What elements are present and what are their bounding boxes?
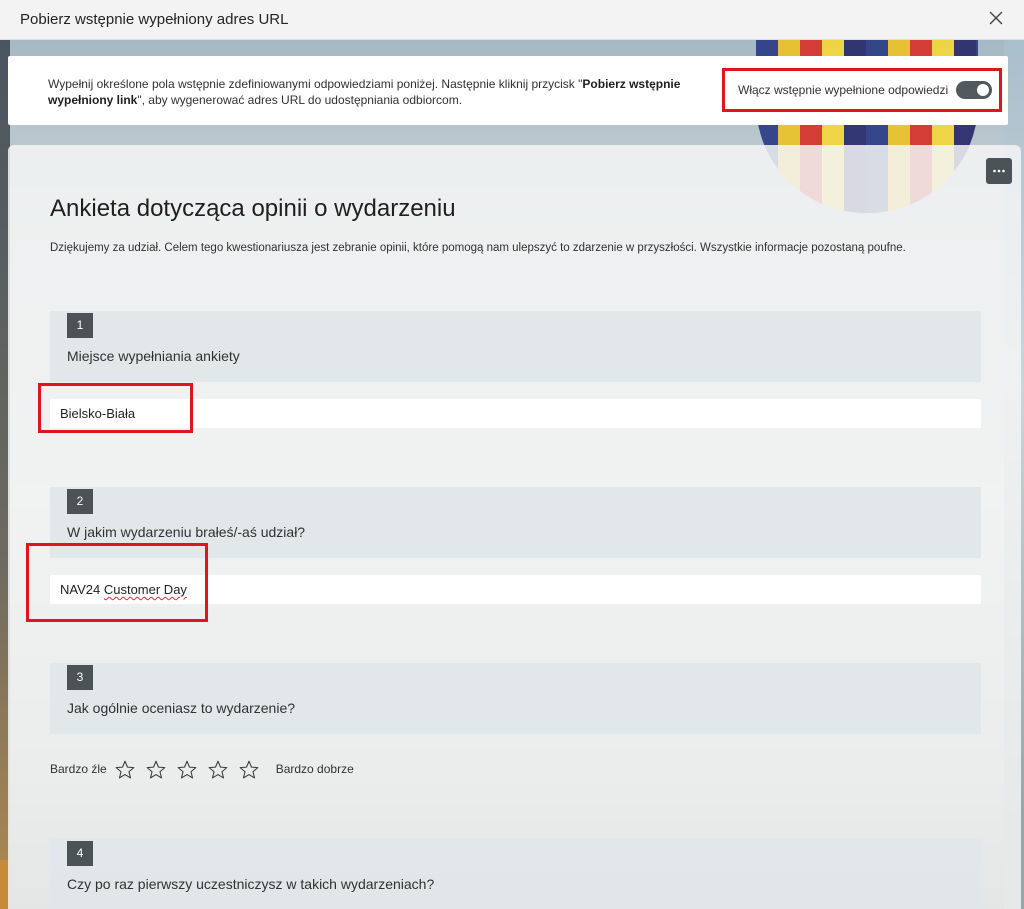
star-icon[interactable] <box>239 758 270 780</box>
star-icon[interactable] <box>177 758 208 780</box>
question-text: W jakim wydarzeniu brałeś/-aś udział? <box>67 524 306 540</box>
question-1: 1 Miejsce wypełniania ankiety <box>50 311 981 382</box>
form-title: Ankieta dotycząca opinii o wydarzeniu <box>50 195 456 222</box>
more-options-button[interactable] <box>986 158 1012 184</box>
rating-min-label: Bardzo źle <box>50 762 107 776</box>
question-4: 4 Czy po raz pierwszy uczestniczysz w ta… <box>50 839 981 909</box>
highlight-box-answer-1 <box>38 383 193 433</box>
rating-stars <box>115 758 270 780</box>
question-text: Jak ogólnie oceniasz to wydarzenie? <box>67 700 296 716</box>
question-number: 2 <box>67 489 93 514</box>
close-icon[interactable] <box>986 10 1006 30</box>
prefill-toggle-label: Włącz wstępnie wypełnione odpowiedzi <box>738 83 949 97</box>
dialog-titlebar: Pobierz wstępnie wypełniony adres URL <box>0 0 1024 40</box>
question-number: 1 <box>67 313 93 338</box>
prefill-info-banner: Wypełnij określone pola wstępnie zdefini… <box>8 56 1008 125</box>
star-rating: Bardzo źle Bardzo dobrze <box>50 757 354 781</box>
prefill-toggle-switch[interactable] <box>956 81 993 99</box>
highlight-box-answer-2 <box>26 543 208 622</box>
prefill-instructions: Wypełnij określone pola wstępnie zdefini… <box>48 76 708 108</box>
form-description: Dziękujemy za udział. Celem tego kwestio… <box>50 242 906 254</box>
star-icon[interactable] <box>208 758 239 780</box>
question-number: 4 <box>67 841 93 866</box>
form-card: Ankieta dotycząca opinii o wydarzeniu Dz… <box>8 145 1021 909</box>
question-text: Czy po raz pierwszy uczestniczysz w taki… <box>67 876 435 892</box>
question-text: Miejsce wypełniania ankiety <box>67 348 240 364</box>
dialog-title: Pobierz wstępnie wypełniony adres URL <box>20 11 289 28</box>
prefill-toggle-highlight: Włącz wstępnie wypełnione odpowiedzi <box>722 68 1002 112</box>
toggle-knob <box>977 84 990 96</box>
question-number: 3 <box>67 665 93 690</box>
instructions-text-start: Wypełnij określone pola wstępnie zdefini… <box>48 77 583 91</box>
star-icon[interactable] <box>115 758 146 780</box>
rating-max-label: Bardzo dobrze <box>275 762 354 776</box>
question-3: 3 Jak ogólnie oceniasz to wydarzenie? <box>50 663 981 734</box>
star-icon[interactable] <box>146 758 177 780</box>
instructions-text-end: ", aby wygenerować adres URL do udostępn… <box>137 93 463 107</box>
